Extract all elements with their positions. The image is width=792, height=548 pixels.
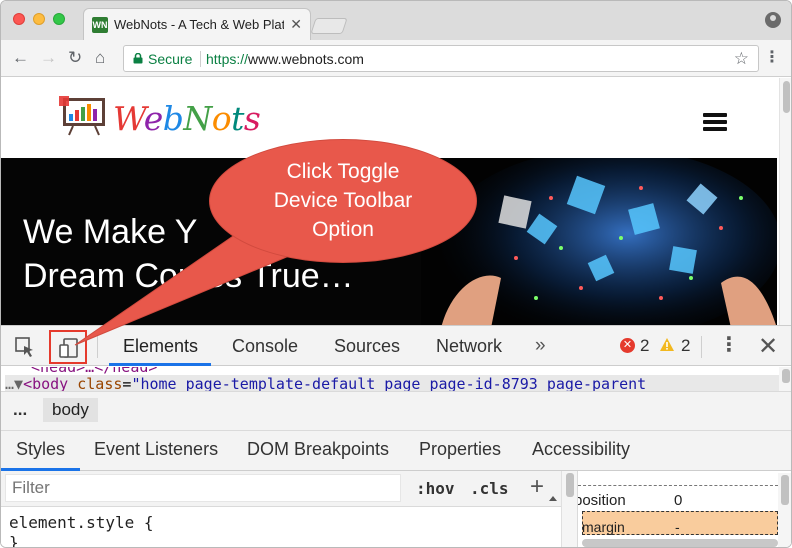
subtab-properties[interactable]: Properties xyxy=(419,439,501,460)
url-scheme: https:// xyxy=(206,51,249,67)
breadcrumb-body[interactable]: body xyxy=(43,398,98,422)
logo-letter: t xyxy=(231,99,244,138)
logo-letter: N xyxy=(183,99,212,138)
back-icon[interactable]: ← xyxy=(12,48,29,68)
warning-count[interactable]: 2 xyxy=(681,336,690,356)
dom-tag: <body xyxy=(23,375,69,391)
device-toolbar-icon xyxy=(59,338,78,358)
tab-title: WebNots - A Tech & Web Platf xyxy=(114,17,284,32)
inspect-element-icon[interactable] xyxy=(14,336,36,358)
styles-pane: :hov .cls + element.style { } xyxy=(1,471,561,548)
styles-filter-input[interactable] xyxy=(5,474,401,502)
active-tab-indicator xyxy=(109,363,211,366)
tab-network[interactable]: Network xyxy=(436,336,502,357)
box-model-scroll-thumb[interactable] xyxy=(781,475,789,505)
expand-arrow-icon[interactable]: …▼ xyxy=(5,375,23,391)
omnibox-divider xyxy=(200,51,201,67)
hover-state-button[interactable]: :hov xyxy=(416,479,455,498)
bookmark-star-icon[interactable]: ☆ xyxy=(734,49,749,69)
tab-sources[interactable]: Sources xyxy=(334,336,400,357)
error-count[interactable]: 2 xyxy=(640,336,649,356)
logo-letter: s xyxy=(243,99,261,138)
logo-letter: e xyxy=(143,99,164,138)
lock-icon xyxy=(133,53,143,64)
box-model-hscrollbar[interactable] xyxy=(582,539,778,547)
callout-text: Click Toggle Device Toolbar Option xyxy=(229,157,457,244)
devtools-panel: Elements Console Sources Network » ✕ 2 2… xyxy=(1,325,791,548)
box-model-vscrollbar[interactable] xyxy=(778,473,791,547)
tab-close-icon[interactable]: ✕ xyxy=(290,16,302,33)
toolbar-divider xyxy=(97,336,98,358)
hamburger-menu-icon[interactable] xyxy=(703,113,727,131)
subtab-accessibility[interactable]: Accessibility xyxy=(532,439,630,460)
more-tabs-icon[interactable]: » xyxy=(535,335,546,357)
error-icon[interactable]: ✕ xyxy=(620,338,635,353)
url-text[interactable]: https://www.webnots.com xyxy=(206,51,364,67)
subtab-dom-breakpoints[interactable]: DOM Breakpoints xyxy=(247,439,389,460)
minimize-window-button[interactable] xyxy=(33,13,45,25)
box-model-border xyxy=(578,485,778,486)
dom-attr-value: "home page-template-default page page-id… xyxy=(131,375,647,391)
chrome-menu-icon[interactable]: ⋮ xyxy=(764,48,780,68)
home-icon[interactable]: ⌂ xyxy=(95,48,105,68)
profile-icon[interactable] xyxy=(765,12,781,28)
browser-toolbar: ← → ↻ ⌂ Secure https://www.webnots.com ☆… xyxy=(1,40,791,77)
devtools-menu-icon[interactable]: ⋮ xyxy=(719,334,739,356)
dom-scrollbar[interactable] xyxy=(779,367,791,391)
secure-label: Secure xyxy=(148,51,193,67)
forward-icon[interactable]: → xyxy=(40,48,57,68)
tab-console[interactable]: Console xyxy=(232,336,298,357)
page-scrollbar[interactable] xyxy=(779,78,791,325)
box-model-position-label: position xyxy=(577,492,626,509)
new-rule-button[interactable]: + xyxy=(530,473,544,501)
dom-tree: <head>…</head> …▼<body class="home page-… xyxy=(1,367,779,391)
reload-icon[interactable]: ↻ xyxy=(68,48,82,68)
box-model-margin-label: margin xyxy=(582,519,625,535)
class-toggle-button[interactable]: .cls xyxy=(470,479,509,498)
styles-scrollbar[interactable] xyxy=(561,471,577,547)
tab-elements[interactable]: Elements xyxy=(123,336,198,357)
devtools-close-icon[interactable]: ✕ xyxy=(758,332,778,361)
styles-scroll-thumb[interactable] xyxy=(566,473,574,497)
logo-board-icon xyxy=(59,96,105,136)
filter-bar: :hov .cls + xyxy=(1,471,561,507)
subtab-styles[interactable]: Styles xyxy=(16,439,65,460)
new-rule-menu-icon[interactable] xyxy=(549,496,557,501)
favicon-icon: WN xyxy=(92,17,108,33)
page-scroll-thumb[interactable] xyxy=(783,81,790,113)
address-bar[interactable]: Secure https://www.webnots.com ☆ xyxy=(123,45,759,72)
breadcrumb: ... body xyxy=(1,391,791,431)
dom-node-body[interactable]: …▼<body class="home page-template-defaul… xyxy=(5,375,779,391)
box-model-pane: position 0 margin - xyxy=(577,471,791,547)
close-window-button[interactable] xyxy=(13,13,25,25)
logo-letter: W xyxy=(113,99,144,138)
styles-subtabs: Styles Event Listeners DOM Breakpoints P… xyxy=(1,431,791,471)
dom-scroll-thumb[interactable] xyxy=(782,369,790,383)
element-style-close: } xyxy=(9,533,19,548)
breadcrumb-more[interactable]: ... xyxy=(13,400,27,420)
element-style-selector[interactable]: element.style { xyxy=(9,513,154,532)
box-model-margin-value[interactable]: - xyxy=(675,519,680,535)
title-bar: WN WebNots - A Tech & Web Platf ✕ xyxy=(1,1,791,40)
callout-line-1: Click Toggle xyxy=(286,160,400,183)
callout-line-3: Option xyxy=(312,218,374,241)
new-tab-button[interactable] xyxy=(310,18,348,34)
browser-window: WN WebNots - A Tech & Web Platf ✕ ← → ↻ … xyxy=(0,0,792,548)
warning-icon[interactable] xyxy=(659,337,675,352)
url-host: www.webnots.com xyxy=(248,51,364,67)
devtools-tab-bar: Elements Console Sources Network » ✕ 2 2… xyxy=(1,325,791,366)
logo-letter: b xyxy=(162,99,184,138)
callout-line-2: Device Toolbar xyxy=(273,189,413,212)
toggle-device-toolbar-button[interactable] xyxy=(49,330,87,364)
browser-tab[interactable]: WN WebNots - A Tech & Web Platf ✕ xyxy=(83,8,311,40)
logo-letter: o xyxy=(211,99,232,138)
toolbar-divider-2 xyxy=(701,336,702,358)
hero-cubes-image xyxy=(421,158,777,325)
site-logo-text[interactable]: WebNots xyxy=(113,99,261,138)
hero-line-2: Dream Comes True… xyxy=(23,257,354,295)
box-model-position-value[interactable]: 0 xyxy=(674,492,682,509)
maximize-window-button[interactable] xyxy=(53,13,65,25)
dom-attr: class xyxy=(77,375,123,391)
subtab-event-listeners[interactable]: Event Listeners xyxy=(94,439,218,460)
